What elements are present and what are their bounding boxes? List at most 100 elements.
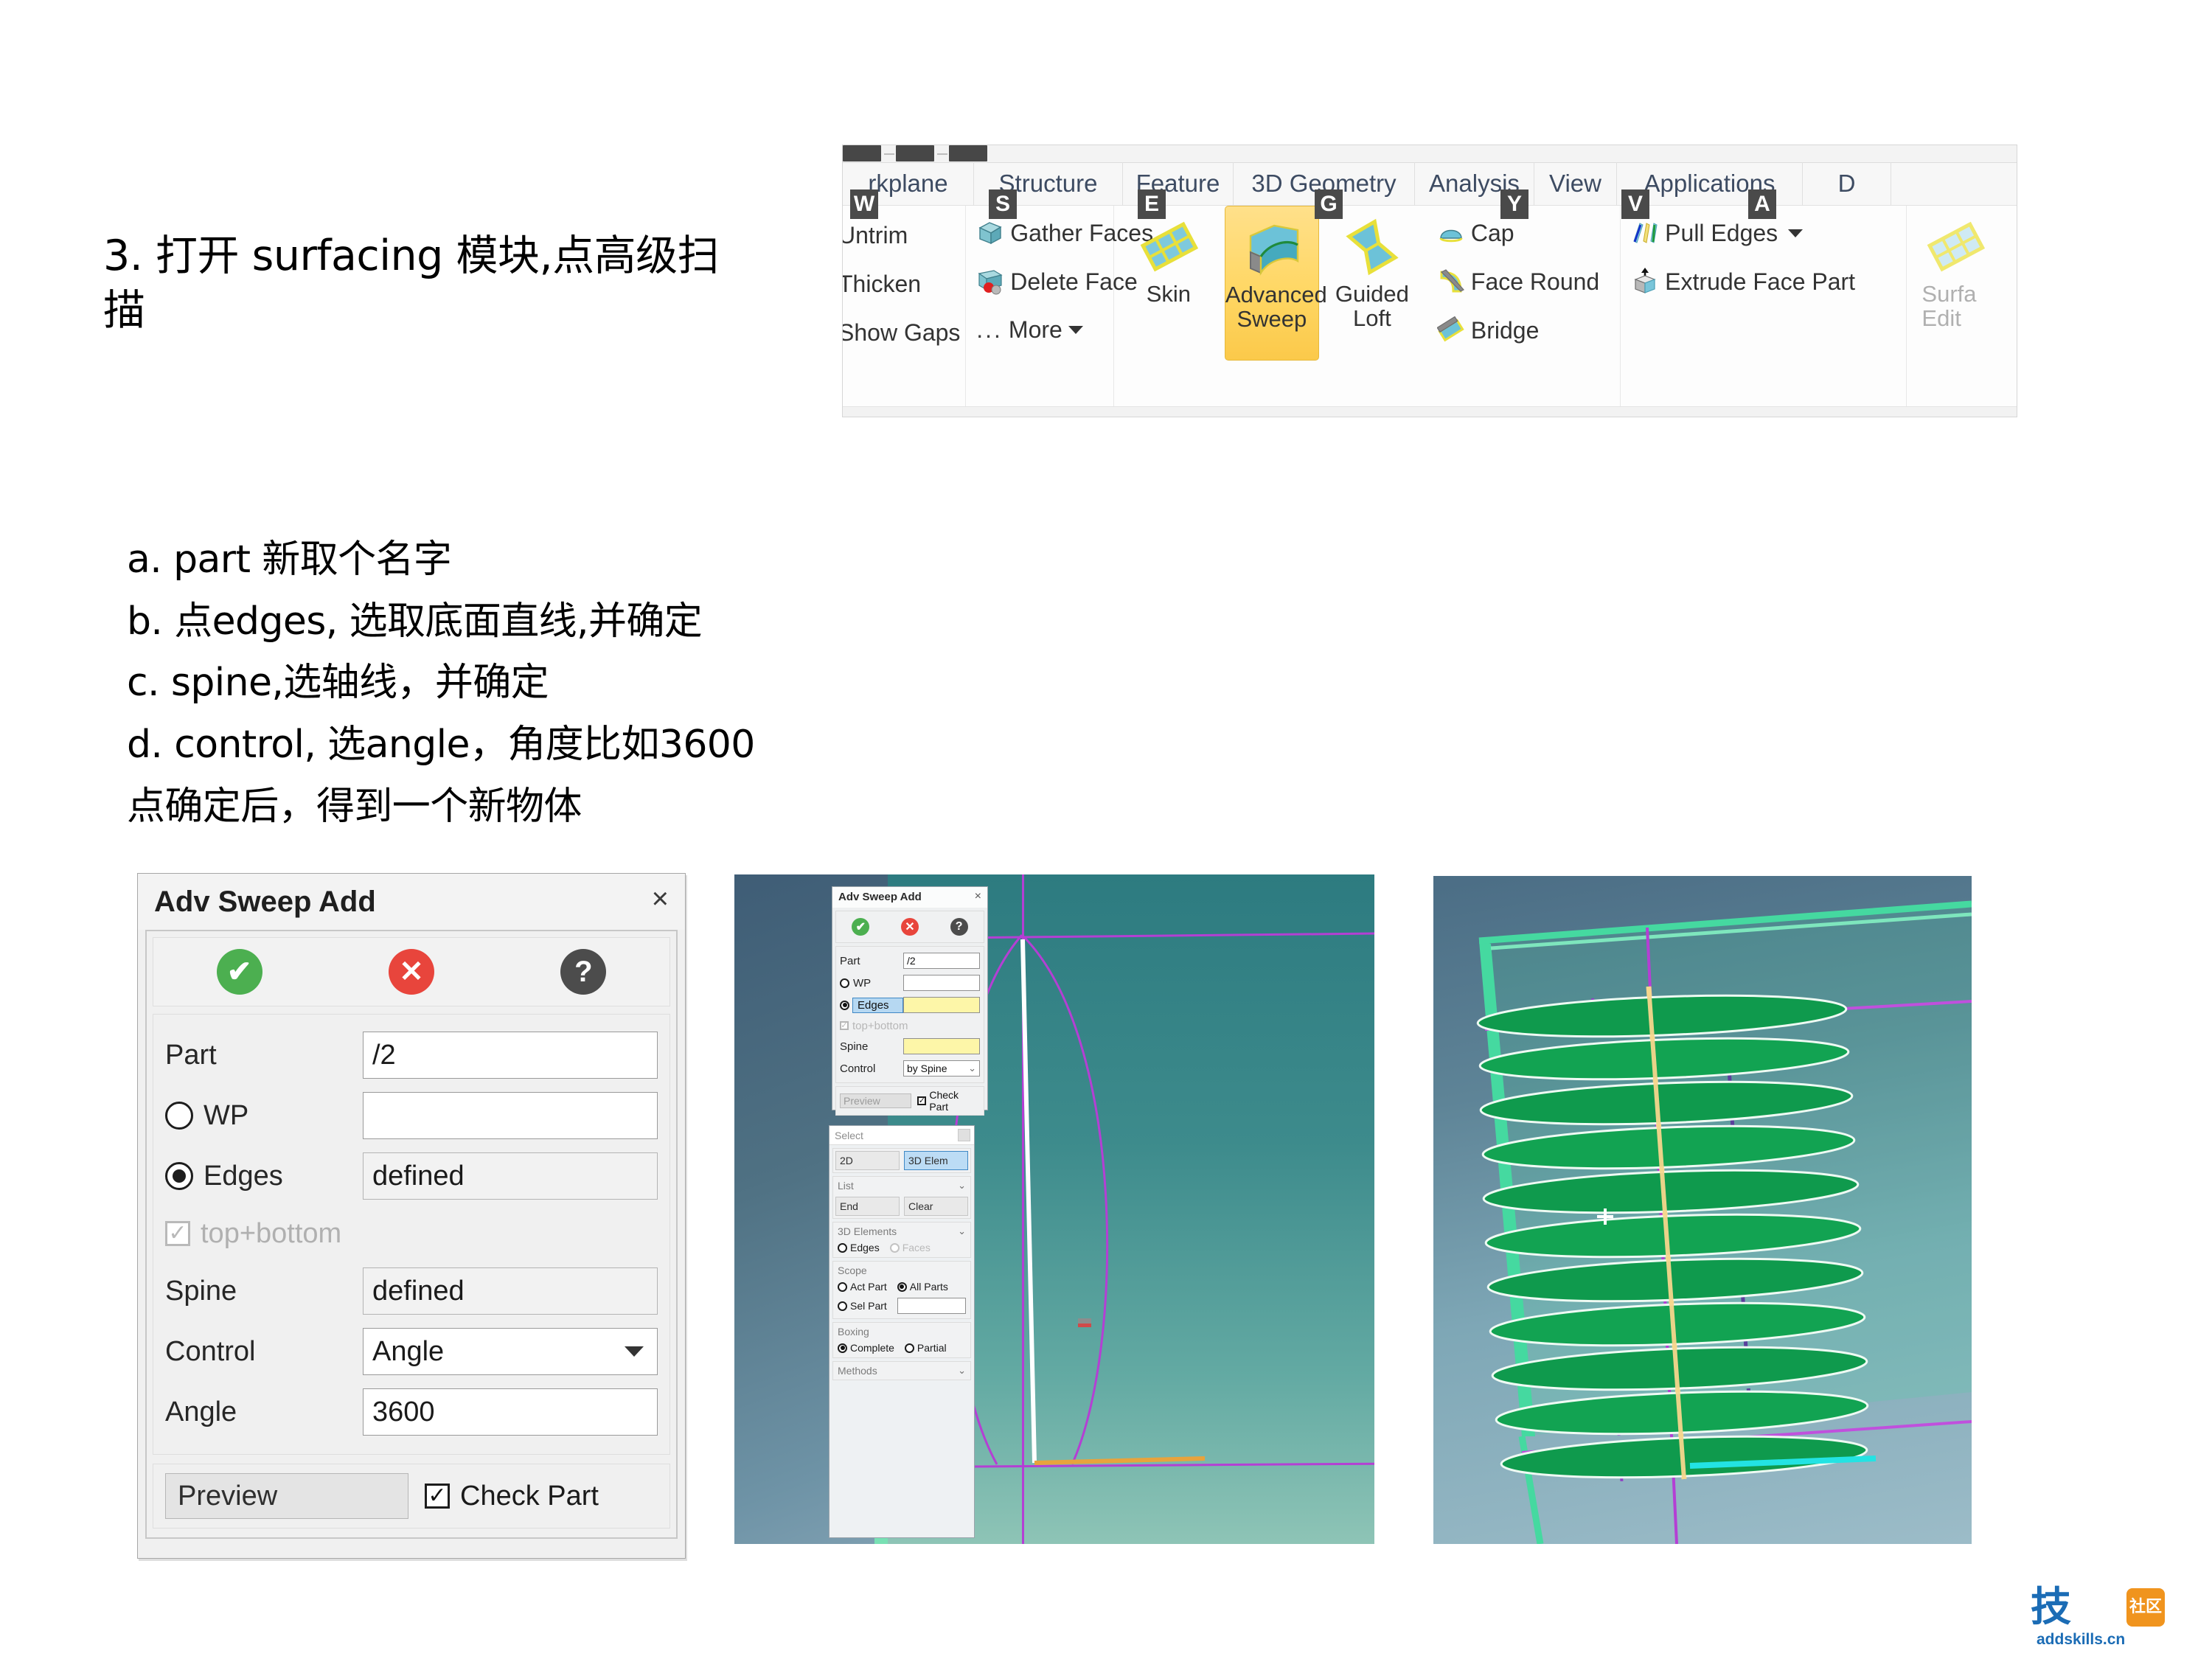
select-mode-3d-elem[interactable]: 3D Elem	[904, 1151, 968, 1170]
cmd-show-gaps[interactable]: Show Gaps	[843, 319, 960, 347]
mini-check-part-checkbox[interactable]: ✓	[917, 1096, 927, 1105]
option-act-part[interactable]: Act Part	[838, 1281, 887, 1293]
cmd-more[interactable]: ... More	[976, 316, 1088, 344]
option-partial-radio[interactable]	[904, 1343, 914, 1353]
mini-edges-radio[interactable]	[840, 1000, 849, 1010]
select-elements-group: 3D Elements ⌄ Edges Faces	[832, 1222, 971, 1258]
cmd-thicken[interactable]: Thicken	[843, 271, 921, 298]
mini-accept-button[interactable]: ✔	[852, 918, 870, 936]
cmd-surface-edit[interactable]: Surfa Edit	[1921, 212, 2017, 331]
select-mode-2d[interactable]: 2D	[835, 1151, 900, 1170]
edges-radio[interactable]	[165, 1162, 193, 1190]
mini-row-control: Control by Spine ⌄	[840, 1057, 980, 1079]
part-label: Part	[165, 1039, 217, 1071]
chevron-down-icon	[1788, 229, 1804, 237]
keytip-y: Y	[1500, 189, 1528, 219]
cancel-button[interactable]: ✕	[388, 949, 434, 995]
option-edges[interactable]: Edges	[838, 1242, 880, 1253]
mini-part-label: Part	[840, 954, 860, 967]
mini-control-select[interactable]: by Spine ⌄	[903, 1060, 980, 1077]
qat-button-2[interactable]	[896, 145, 934, 161]
mini-check-part-option[interactable]: ✓ Check Part	[917, 1089, 980, 1113]
mini-preview-button[interactable]: Preview	[840, 1093, 912, 1108]
cmd-face-round[interactable]: Face Round	[1437, 268, 1599, 296]
close-icon[interactable]: ×	[652, 884, 669, 914]
mini-edges-label-wrap: Edges	[840, 997, 903, 1013]
option-sel-part-radio[interactable]	[838, 1301, 847, 1311]
mini-help-button[interactable]: ?	[950, 918, 968, 936]
cmd-cap[interactable]: Cap	[1437, 219, 1514, 247]
select-scope-group: Scope Act Part All Parts Sel Part	[832, 1261, 971, 1319]
qat-button-3[interactable]	[949, 145, 987, 161]
mini-row-wp: WP	[840, 972, 980, 994]
tab-d[interactable]: D	[1803, 162, 1891, 205]
field-row-edges: Edges defined	[165, 1146, 658, 1206]
mini-cancel-button[interactable]: ✕	[900, 918, 919, 936]
select-end-button[interactable]: End	[835, 1197, 900, 1216]
steps-list: a. part 新取个名字 b. 点edges, 选取底面直线,并确定 c. s…	[127, 529, 938, 838]
ribbon-group-analysis: Pull Edges Extrude Face Part	[1621, 206, 1907, 406]
mini-wp-input[interactable]	[903, 975, 980, 991]
select-scope-row-1: Act Part All Parts	[833, 1279, 970, 1296]
mini-action-bar: ✔ ✕ ?	[835, 911, 984, 943]
select-clear-button[interactable]: Clear	[904, 1197, 968, 1216]
part-input[interactable]: /2	[363, 1032, 658, 1079]
pull-edges-icon	[1631, 219, 1659, 247]
extrude-face-icon	[1631, 268, 1659, 296]
cmd-untrim[interactable]: Untrim	[843, 222, 908, 249]
cmd-advanced-sweep[interactable]: Advanced Sweep	[1224, 206, 1327, 361]
select-elements-header[interactable]: 3D Elements ⌄	[833, 1222, 970, 1240]
select-scope-header: Scope	[838, 1265, 867, 1276]
chevron-down-icon: ⌄	[958, 1225, 966, 1237]
ribbon-body: Untrim Thicken Show Gaps Gather Faces De…	[843, 206, 2017, 406]
option-partial[interactable]: Partial	[904, 1342, 947, 1354]
mini-dialog-titlebar[interactable]: Adv Sweep Add ×	[832, 887, 987, 908]
option-all-parts-radio[interactable]	[897, 1281, 907, 1292]
tab-view[interactable]: View	[1534, 162, 1617, 205]
edges-input[interactable]: defined	[363, 1152, 658, 1200]
mini-wp-radio[interactable]	[840, 978, 849, 988]
option-sel-part[interactable]: Sel Part	[838, 1300, 887, 1312]
select-methods-header[interactable]: Methods ⌄	[833, 1362, 970, 1380]
option-complete[interactable]: Complete	[838, 1342, 894, 1354]
angle-input[interactable]: 3600	[363, 1388, 658, 1436]
select-list-group: List ⌄ End Clear	[832, 1176, 971, 1219]
ribbon-group-3d-geometry: Skin Advanced Sweep Guided Loft Cap Face…	[1114, 206, 1621, 406]
scope-part-input[interactable]	[897, 1298, 966, 1314]
qat-button-1[interactable]	[843, 145, 881, 161]
spine-input[interactable]: defined	[363, 1267, 658, 1315]
option-edges-radio[interactable]	[838, 1242, 847, 1253]
mini-edges-label[interactable]: Edges	[852, 997, 903, 1013]
cmd-guided-loft[interactable]: Guided Loft	[1325, 212, 1419, 331]
check-part-checkbox[interactable]: ✓	[425, 1484, 450, 1509]
ribbon-footer	[843, 406, 2017, 417]
option-complete-radio[interactable]	[838, 1343, 847, 1353]
help-button[interactable]: ?	[560, 949, 607, 995]
cmd-skin[interactable]: Skin	[1121, 212, 1216, 307]
cmd-extrude-face-part[interactable]: Extrude Face Part	[1631, 268, 1855, 296]
control-select[interactable]: Angle	[363, 1328, 658, 1375]
option-all-parts[interactable]: All Parts	[897, 1281, 948, 1293]
mini-part-input[interactable]: /2	[903, 953, 980, 969]
mini-spine-input[interactable]	[903, 1038, 980, 1054]
select-list-header[interactable]: List ⌄	[833, 1177, 970, 1194]
dialog-titlebar[interactable]: Adv Sweep Add ×	[138, 874, 685, 930]
mini-edges-input[interactable]	[903, 997, 980, 1013]
spine-label: Spine	[165, 1275, 237, 1307]
mini-close-icon[interactable]: ×	[975, 890, 981, 903]
wp-radio[interactable]	[165, 1102, 193, 1130]
bridge-icon	[1436, 316, 1465, 344]
wp-input[interactable]	[363, 1092, 658, 1139]
option-act-part-radio[interactable]	[838, 1281, 847, 1292]
select-pin-button[interactable]	[958, 1129, 970, 1141]
dialog-title: Adv Sweep Add	[154, 886, 376, 918]
ribbon-group-trailing: Surfa Edit	[1907, 206, 2017, 406]
cmd-pull-edges[interactable]: Pull Edges	[1631, 219, 1807, 247]
accept-button[interactable]: ✔	[216, 949, 262, 995]
check-part-option[interactable]: ✓ Check Part	[425, 1481, 599, 1512]
mini-top-bottom-label: ✓ top+bottom	[840, 1019, 908, 1032]
heading-line-1: 3. 打开 surfacing 模块,点高级扫	[103, 232, 720, 280]
cmd-bridge[interactable]: Bridge	[1436, 316, 1539, 344]
qat-separator-2	[937, 153, 947, 155]
preview-button[interactable]: Preview	[165, 1473, 408, 1519]
